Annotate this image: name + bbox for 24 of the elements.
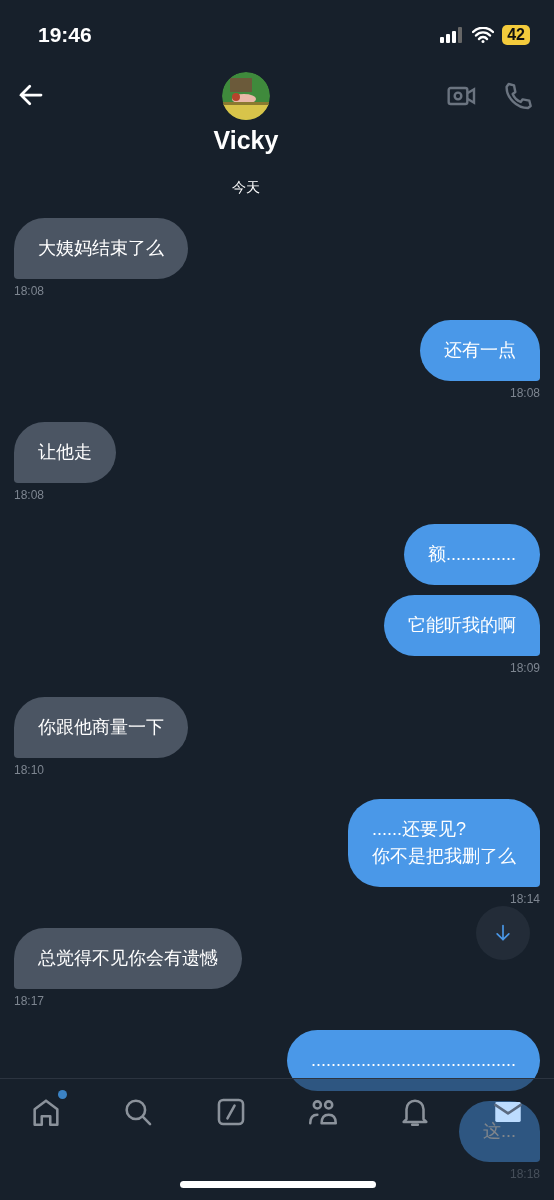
- message-time: 18:10: [14, 763, 45, 777]
- signal-icon: [440, 27, 465, 43]
- message-time: 18:09: [509, 661, 540, 675]
- contact-name: Vicky: [213, 126, 279, 155]
- message-time: 18:08: [509, 386, 540, 400]
- status-time: 19:46: [38, 23, 92, 47]
- message-bubble: 让他走: [14, 422, 116, 483]
- message-bubble: 还有一点: [420, 320, 540, 381]
- message-bubble: 大姨妈结束了么: [14, 218, 188, 279]
- date-label: 今天: [232, 179, 260, 197]
- phone-call-button[interactable]: [502, 80, 534, 112]
- message-time: 18:17: [14, 994, 45, 1008]
- wifi-icon: [472, 27, 495, 43]
- message-time: 18:08: [14, 284, 45, 298]
- message-bubble: 总觉得不见你会有遗憾: [14, 928, 242, 989]
- message-time: 18:14: [509, 892, 540, 906]
- message-time: 18:08: [14, 488, 45, 502]
- message-bubble: .........................................: [286, 1030, 540, 1091]
- arrow-down-icon: [493, 923, 513, 943]
- message-bubble: ......还要见? 你不是把我删了么: [348, 799, 540, 887]
- message-bubble: 它能听我的啊: [384, 595, 540, 656]
- message-bubble: 你跟他商量一下: [14, 697, 188, 758]
- message-bubble: 额..............: [404, 524, 540, 585]
- battery-level: 42: [502, 25, 530, 45]
